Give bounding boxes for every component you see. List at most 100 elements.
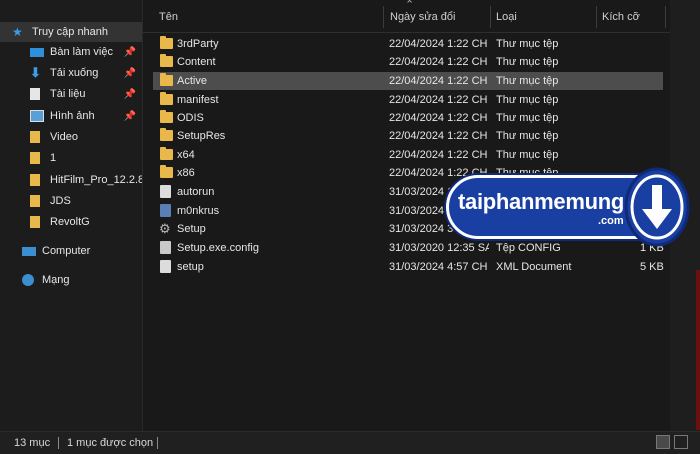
table-row[interactable]: SetupRes 22/04/2024 1:22 CH Thư mục tệp bbox=[153, 127, 663, 145]
sidebar-item-hitfilm[interactable]: HitFilm_Pro_12.2.87 bbox=[0, 170, 142, 190]
file-size bbox=[602, 146, 662, 164]
sidebar-item-pictures[interactable]: Hình ảnh 📌 bbox=[0, 106, 142, 126]
file-date: 22/04/2024 1:22 CH bbox=[389, 75, 488, 87]
file-name: Setup bbox=[177, 223, 206, 235]
folder-icon bbox=[30, 152, 40, 164]
details-view-button[interactable] bbox=[656, 435, 670, 449]
file-size bbox=[602, 109, 662, 127]
table-row[interactable]: 3rdParty 22/04/2024 1:22 CH Thư mục tệp bbox=[153, 35, 663, 53]
download-arrow-icon: ⬇ bbox=[30, 65, 41, 80]
sidebar-item-label: JDS bbox=[50, 195, 71, 207]
config-file-icon bbox=[160, 241, 171, 254]
file-date: 22/04/2024 1:22 CH bbox=[389, 94, 488, 106]
large-icons-view-button[interactable] bbox=[674, 435, 688, 449]
pin-icon: 📌 bbox=[123, 88, 136, 100]
file-date: 22/04/2024 1:22 CH bbox=[389, 38, 488, 50]
file-name: m0nkrus bbox=[177, 205, 220, 217]
sidebar-item-network[interactable]: Mạng bbox=[0, 270, 142, 290]
folder-icon bbox=[160, 73, 173, 86]
file-size bbox=[602, 72, 662, 90]
file-type: Thư mục tệp bbox=[496, 56, 559, 68]
sidebar-item-label: Hình ảnh bbox=[50, 110, 95, 122]
sidebar-item-folder-1[interactable]: 1 bbox=[0, 148, 142, 168]
sidebar-item-label: Truy cập nhanh bbox=[32, 26, 109, 38]
file-name: x64 bbox=[177, 149, 195, 161]
sidebar-item-jds[interactable]: JDS bbox=[0, 191, 142, 211]
column-header-type[interactable]: Loại bbox=[496, 0, 591, 32]
status-separator bbox=[157, 437, 158, 449]
pin-icon: 📌 bbox=[123, 67, 136, 79]
pane-divider[interactable] bbox=[142, 0, 143, 431]
setup-icon: ⚙ bbox=[159, 221, 171, 236]
file-name: x86 bbox=[177, 167, 195, 179]
table-row[interactable]: x64 22/04/2024 1:22 CH Thư mục tệp bbox=[153, 146, 663, 164]
xml-file-icon bbox=[160, 260, 171, 273]
folder-icon bbox=[160, 92, 173, 105]
sidebar-item-label: Video bbox=[50, 131, 78, 143]
file-name: autorun bbox=[177, 186, 215, 198]
table-row[interactable]: ODIS 22/04/2024 1:22 CH Thư mục tệp bbox=[153, 109, 663, 127]
sidebar-item-downloads[interactable]: ⬇ Tải xuống 📌 bbox=[0, 63, 142, 83]
sidebar-item-label: HitFilm_Pro_12.2.87 bbox=[50, 174, 142, 186]
file-type: XML Document bbox=[496, 261, 572, 273]
column-separator[interactable] bbox=[383, 6, 384, 28]
file-type: Thư mục tệp bbox=[496, 112, 559, 124]
sidebar-item-label: 1 bbox=[50, 152, 57, 164]
folder-icon bbox=[160, 128, 173, 141]
file-size bbox=[602, 35, 662, 53]
column-header-date[interactable]: Ngày sửa đổi bbox=[390, 0, 485, 32]
sidebar-item-quick-access[interactable]: ★ Truy cập nhanh bbox=[0, 22, 142, 42]
sidebar-item-video[interactable]: Video bbox=[0, 127, 142, 147]
file-date: 22/04/2024 1:22 CH bbox=[389, 130, 488, 142]
file-type: Thư mục tệp bbox=[496, 38, 559, 50]
column-separator[interactable] bbox=[665, 6, 666, 28]
sidebar-item-label: Tải xuống bbox=[50, 67, 99, 79]
sidebar-item-label: Mạng bbox=[42, 274, 70, 286]
column-header-size[interactable]: Kích cỡ bbox=[602, 0, 662, 32]
sidebar-item-desktop[interactable]: Bàn làm việc 📌 bbox=[0, 42, 142, 62]
file-type: Thư mục tệp bbox=[496, 130, 559, 142]
file-type: Thư mục tệp bbox=[496, 75, 559, 87]
sidebar-item-documents[interactable]: Tài liệu 📌 bbox=[0, 84, 142, 104]
document-icon bbox=[30, 88, 40, 100]
folder-icon bbox=[30, 174, 40, 186]
file-date: 31/03/2024 4:57 CH bbox=[389, 261, 488, 273]
folder-icon bbox=[160, 36, 173, 49]
status-separator bbox=[58, 437, 59, 449]
app-icon bbox=[160, 204, 171, 217]
status-bar: 13 mục 1 mục được chọn bbox=[0, 431, 700, 454]
sidebar-item-label: Tài liệu bbox=[50, 88, 86, 100]
folder-icon bbox=[160, 165, 173, 178]
file-name: setup bbox=[177, 261, 204, 273]
sidebar-item-revoltg[interactable]: RevoltG bbox=[0, 212, 142, 232]
file-name: Setup.exe.config bbox=[177, 242, 259, 254]
column-separator[interactable] bbox=[490, 6, 491, 28]
pin-icon: 📌 bbox=[123, 46, 136, 58]
folder-icon bbox=[30, 195, 40, 207]
file-date: 22/04/2024 1:22 CH bbox=[389, 112, 488, 124]
file-name: Content bbox=[177, 56, 216, 68]
sidebar-item-label: Computer bbox=[42, 245, 91, 257]
folder-icon bbox=[160, 110, 173, 123]
file-size bbox=[602, 91, 662, 109]
picture-icon bbox=[30, 110, 44, 122]
column-separator[interactable] bbox=[596, 6, 597, 28]
table-row-selected[interactable]: Active 22/04/2024 1:22 CH Thư mục tệp bbox=[153, 72, 663, 90]
file-name: ODIS bbox=[177, 112, 204, 124]
pin-icon: 📌 bbox=[123, 110, 136, 122]
folder-icon bbox=[30, 216, 40, 228]
column-header-name[interactable]: Tên bbox=[159, 0, 379, 32]
network-icon bbox=[22, 274, 34, 286]
table-row[interactable]: setup 31/03/2024 4:57 CH XML Document 5 … bbox=[153, 258, 664, 276]
computer-icon bbox=[22, 246, 36, 256]
table-row[interactable]: manifest 22/04/2024 1:22 CH Thư mục tệp bbox=[153, 91, 663, 109]
table-row[interactable]: Content 22/04/2024 1:22 CH Thư mục tệp bbox=[153, 53, 663, 71]
download-icon bbox=[624, 167, 690, 247]
folder-icon bbox=[160, 54, 173, 67]
column-header-bar: ⌃ Tên Ngày sửa đổi Loại Kích cỡ bbox=[143, 0, 670, 33]
background-strip bbox=[696, 270, 700, 430]
navigation-pane: ★ Truy cập nhanh Bàn làm việc 📌 ⬇ Tải xu… bbox=[0, 0, 142, 431]
video-folder-icon bbox=[30, 131, 40, 143]
sidebar-item-computer[interactable]: Computer bbox=[0, 241, 142, 261]
folder-icon bbox=[160, 147, 173, 160]
